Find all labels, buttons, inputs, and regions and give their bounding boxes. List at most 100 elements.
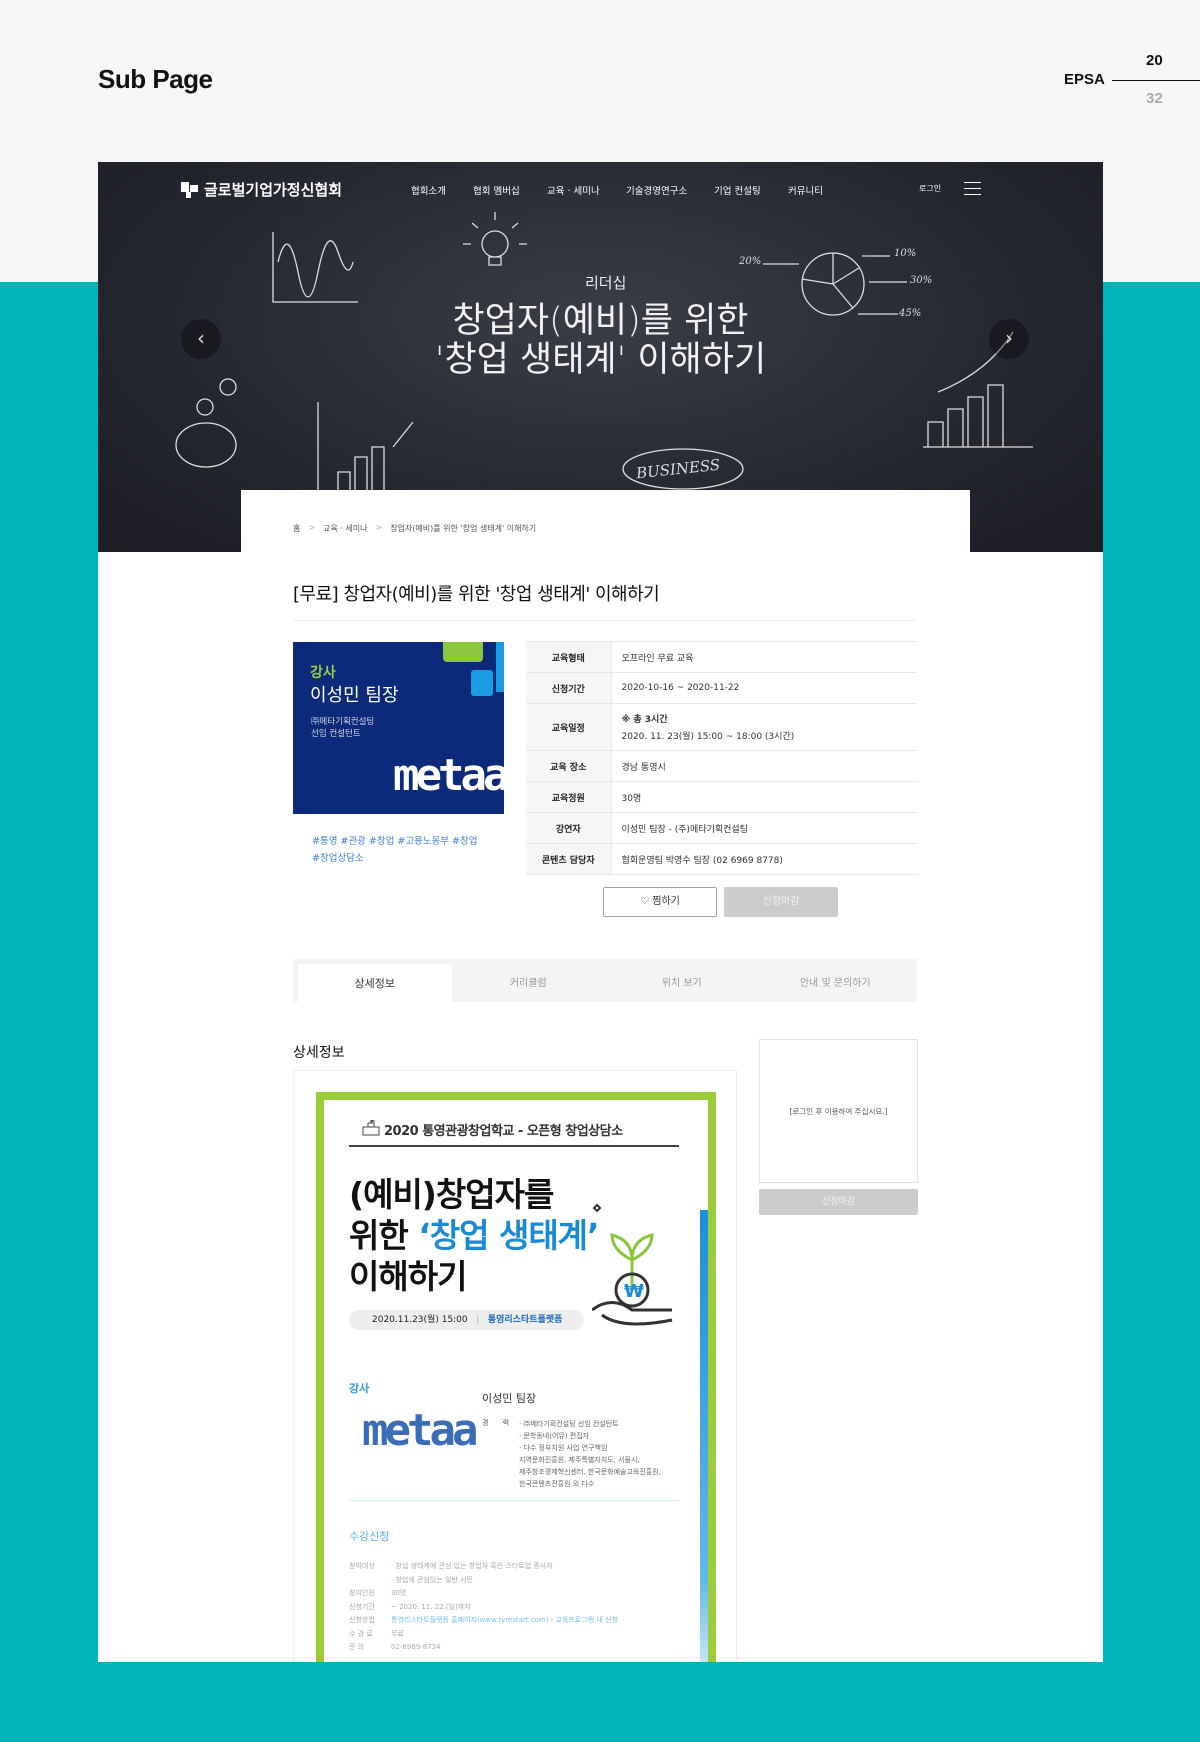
website-mockup: 20% 10% 30% 45% BUSINESS 글로벌기업가정신협회 협회소개… bbox=[98, 162, 1103, 1662]
divider bbox=[293, 620, 917, 621]
nav-item-community[interactable]: 커뮤니티 bbox=[788, 183, 823, 197]
career-item: 한국콘텐츠진흥원 외 다수 bbox=[519, 1480, 595, 1488]
lightbulb-icon bbox=[481, 230, 509, 258]
poster-date-pill: 2020.11.23(월) 15:00 | 통영리스타트플랫폼 bbox=[349, 1310, 584, 1330]
instructor-label: 강사 bbox=[310, 665, 336, 681]
apply-label: 참여대상 bbox=[349, 1562, 375, 1570]
chevron-left-icon: ‹ bbox=[197, 326, 205, 350]
piggy-bank-doodle bbox=[175, 422, 237, 468]
row-value: ※ 총 3시간 2020. 11. 23(월) 15:00 ~ 18:00 (3시… bbox=[611, 703, 917, 751]
row-value: 경남 통영시 bbox=[611, 750, 917, 782]
career-item: · 다수 정부지원 사업 연구책임 bbox=[519, 1444, 608, 1452]
decor-blue-bar bbox=[316, 1380, 324, 1662]
breadcrumb-education[interactable]: 교육 · 세미나 bbox=[323, 523, 367, 534]
tab-location[interactable]: 위치 보기 bbox=[605, 964, 759, 1002]
career-list: · ㈜메타기획컨설팅 선임 컨설턴트 · 문학동네(어뮤) 편집자 · 다수 정… bbox=[519, 1418, 661, 1490]
career-item: 지역문화진흥원, 제주특별자치도, 서울시, bbox=[519, 1456, 640, 1464]
pie-label: 45% bbox=[899, 308, 922, 319]
pie-label: 10% bbox=[894, 248, 917, 259]
poster-date: 2020.11.23(월) 15:00 bbox=[372, 1315, 468, 1325]
nav-item-education[interactable]: 교육 · 세미나 bbox=[547, 183, 600, 197]
decor-blue bbox=[471, 670, 493, 696]
apply-value: 무료 bbox=[391, 1629, 404, 1638]
separator: | bbox=[476, 1315, 480, 1325]
apply-row: 참여대상 · 창업 생태계에 관심 있는 창업자 혹은 스타트업 종사자 bbox=[349, 1560, 618, 1574]
svg-text:₩: ₩ bbox=[624, 1281, 644, 1302]
school-icon bbox=[362, 1120, 380, 1136]
tab-inquiry[interactable]: 안내 및 문의하기 bbox=[759, 964, 913, 1002]
tab-details[interactable]: 상세정보 bbox=[298, 964, 452, 1002]
sidebar-closed-button[interactable]: 신청마감 bbox=[759, 1189, 918, 1215]
wishlist-button[interactable]: ♡ 찜하기 bbox=[603, 887, 717, 917]
apply-row: 참여인원 30명 bbox=[349, 1587, 618, 1601]
application-closed-button[interactable]: 신청마감 bbox=[724, 887, 838, 917]
course-tags[interactable]: #통영 #관광 #창업 #고용노동부 #창업 #창업상담소 bbox=[312, 833, 487, 867]
breadcrumb-home[interactable]: 홈 bbox=[293, 523, 300, 534]
apply-label: 참여인원 bbox=[349, 1589, 375, 1597]
page-title: Sub Page bbox=[98, 64, 213, 94]
tab-curriculum[interactable]: 커리큘럼 bbox=[452, 964, 606, 1002]
apply-value: · 창업 생태계에 관심 있는 창업자 혹은 스타트업 종사자 bbox=[391, 1562, 553, 1570]
course-poster: 2020 통영관광창업학교 - 오픈형 창업상담소 (예비)창업자를 위한 ‘창… bbox=[316, 1092, 716, 1662]
table-row: 교육일정 ※ 총 3시간 2020. 11. 23(월) 15:00 ~ 18:00… bbox=[526, 703, 917, 751]
pie-label: 30% bbox=[910, 275, 933, 286]
poster-header: 2020 통영관광창업학교 - 오픈형 창업상담소 bbox=[384, 1124, 623, 1139]
money-plant-hand-icon: ₩ bbox=[592, 1203, 673, 1326]
row-label: 교육 장소 bbox=[526, 750, 612, 782]
career-item: · 문학동네(어뮤) 편집자 bbox=[519, 1432, 590, 1440]
nav-item-consulting[interactable]: 기업 컨설팅 bbox=[714, 183, 761, 197]
poster-title: (예비)창업자를 위한 ‘창업 생태계’ 이해하기 bbox=[349, 1174, 600, 1297]
login-notice: [로그인 후 이용하여 주십시요.] bbox=[789, 1106, 888, 1116]
poster-title-line: (예비)창업자를 bbox=[349, 1175, 554, 1214]
page-divider bbox=[1112, 80, 1200, 81]
poster-title-highlight: ‘창업 생태계’ bbox=[418, 1216, 599, 1255]
apply-label: 수 강 료 bbox=[349, 1629, 373, 1638]
breadcrumb-separator: > bbox=[308, 523, 316, 532]
menu-icon[interactable] bbox=[964, 182, 981, 195]
career-item: · ㈜메타기획컨설팅 선임 컨설턴트 bbox=[519, 1420, 619, 1428]
career-label: 경 력 bbox=[482, 1419, 516, 1427]
apply-row: 수 강 료 무료 bbox=[349, 1628, 618, 1642]
apply-value: 통영리스타트플랫폼 홈페이지(www.tyrestart.com) - 교육프로… bbox=[391, 1616, 618, 1624]
table-row: 교육형태 오프라인 무료 교육 bbox=[526, 641, 917, 673]
pie-label: 20% bbox=[739, 256, 762, 267]
poster-instructor-name: 이성민 팀장 bbox=[482, 1392, 537, 1405]
login-link[interactable]: 로그인 bbox=[919, 183, 941, 194]
apply-row: · 창업에 관심있는 일반 시민 bbox=[349, 1574, 618, 1588]
poster-instructor-label: 강사 bbox=[349, 1382, 370, 1395]
total-pages-number: 32 bbox=[1146, 90, 1163, 107]
current-page-number: 20 bbox=[1146, 52, 1163, 69]
metaa-logo: metaa bbox=[362, 1405, 478, 1456]
hero-title-line: 창업자(예비)를 위한 bbox=[452, 301, 749, 341]
apply-label: 신청방법 bbox=[349, 1616, 375, 1624]
apply-value: 30명 bbox=[391, 1589, 407, 1597]
nav-item-about[interactable]: 협회소개 bbox=[411, 183, 446, 197]
nav-item-research[interactable]: 기술경영연구소 bbox=[626, 183, 687, 197]
table-row: 교육정원 30명 bbox=[526, 781, 917, 813]
chevron-right-icon: › bbox=[1005, 326, 1013, 350]
apply-row: 신청기간 ~ 2020. 11. 22.(일)까지 bbox=[349, 1601, 618, 1615]
poster-venue: 통영리스타트플랫폼 bbox=[487, 1315, 563, 1325]
metaa-logo: metaa bbox=[393, 750, 504, 801]
apply-value: 02-6969-8734 bbox=[391, 1643, 441, 1651]
instructor-role: 선임 컨설턴트 bbox=[311, 729, 361, 739]
decor-green bbox=[443, 642, 483, 662]
row-label: 강연자 bbox=[526, 812, 612, 844]
prev-slide-button[interactable]: ‹ bbox=[181, 319, 221, 359]
logo-icon bbox=[181, 181, 198, 198]
apply-value: ~ 2020. 11. 22.(일)까지 bbox=[391, 1602, 471, 1611]
row-label: 교육정원 bbox=[526, 781, 612, 813]
breadcrumb: 홈 > 교육 · 세미나 > 창업자(예비)를 위한 '창업 생태계' 이해하기 bbox=[293, 523, 536, 534]
line-chart-doodle bbox=[272, 232, 358, 303]
next-slide-button[interactable]: › bbox=[989, 319, 1029, 359]
poster-rule bbox=[349, 1500, 679, 1501]
apply-value: · 창업에 관심있는 일반 시민 bbox=[391, 1575, 473, 1584]
nav-item-membership[interactable]: 협회 멤버십 bbox=[473, 183, 520, 197]
apply-label: 신청기간 bbox=[349, 1602, 375, 1611]
breadcrumb-current: 창업자(예비)를 위한 '창업 생태계' 이해하기 bbox=[390, 524, 537, 533]
row-value: 이성민 팀장 - (주)메타기획컨설팅 bbox=[611, 812, 917, 844]
instructor-company: ㈜메타기획컨설팅 bbox=[311, 717, 375, 727]
row-label: 교육일정 bbox=[526, 703, 612, 751]
site-logo[interactable]: 글로벌기업가정신협회 bbox=[181, 179, 342, 200]
section-heading: 상세정보 bbox=[293, 1045, 345, 1061]
